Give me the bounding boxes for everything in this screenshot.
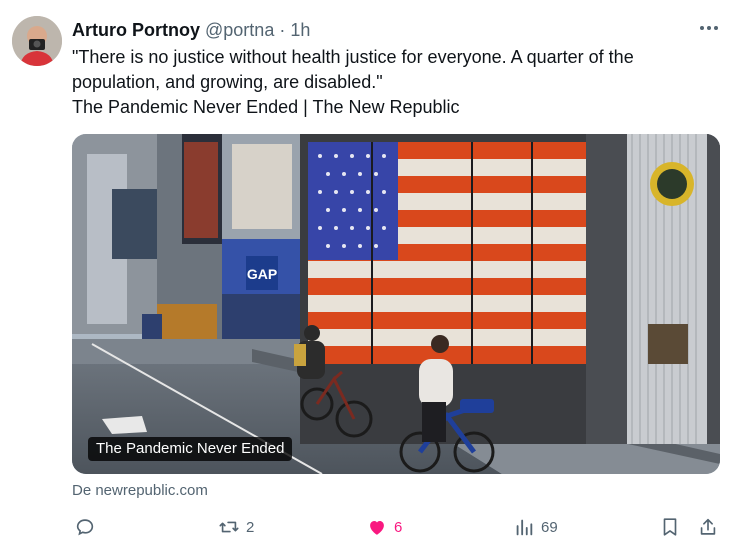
separator-dot: · (279, 20, 286, 40)
author-name[interactable]: Arturo Portnoy (72, 20, 200, 40)
tweet-text-line: The Pandemic Never Ended | The New Repub… (72, 97, 460, 117)
action-bar: 2 6 69 (0, 510, 740, 544)
tweet-header: Arturo Portnoy @portna · 1h (72, 19, 310, 41)
author-handle[interactable]: @portna (205, 20, 274, 40)
retweet-button[interactable]: 2 (218, 514, 254, 540)
tweet-text-line: population, and growing, are disabled." (72, 72, 383, 92)
timestamp[interactable]: 1h (290, 20, 310, 40)
link-card[interactable]: GAP The Pandemic Never Ended (72, 134, 720, 474)
share-button[interactable] (697, 514, 719, 540)
gap-sign: GAP (247, 266, 277, 282)
like-icon (370, 521, 384, 535)
card-image: GAP (72, 134, 720, 474)
card-caption: The Pandemic Never Ended (88, 437, 293, 461)
more-icon[interactable] (697, 16, 721, 40)
share-icon (700, 518, 716, 535)
avatar[interactable] (12, 16, 62, 66)
like-button[interactable]: 6 (366, 514, 402, 540)
views-icon (516, 519, 533, 536)
avatar-image (12, 16, 62, 66)
card-source[interactable]: De newrepublic.com (72, 482, 208, 499)
reply-icon (76, 519, 94, 536)
bookmark-icon (663, 518, 677, 536)
flag-billboard (308, 142, 586, 364)
tweet-text-line: "There is no justice without health just… (72, 47, 634, 67)
retweet-icon (219, 521, 239, 533)
reply-button[interactable] (74, 514, 102, 540)
tweet-text: "There is no justice without health just… (72, 45, 712, 120)
like-count: 6 (394, 518, 403, 536)
views-button[interactable]: 69 (513, 514, 558, 540)
bookmark-button[interactable] (659, 514, 681, 540)
views-count: 69 (541, 518, 558, 536)
retweet-count: 2 (246, 518, 255, 536)
